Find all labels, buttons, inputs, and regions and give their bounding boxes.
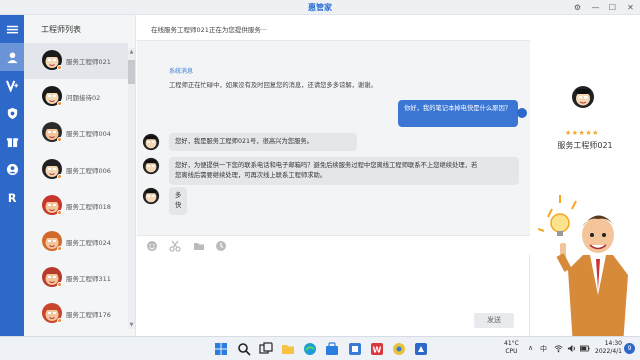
battery-icon[interactable] <box>580 344 590 353</box>
send-button[interactable]: 发送 <box>474 313 514 328</box>
engineer-list-item[interactable]: 服务工程师004 <box>24 115 128 151</box>
svg-text:R: R <box>7 192 16 204</box>
engineer-name: 服务工程师018 <box>66 202 111 211</box>
engineer-list-item[interactable]: 服务工程师311 <box>24 260 128 296</box>
minus-icon[interactable]: — <box>590 2 601 13</box>
scissors-icon[interactable] <box>169 240 181 252</box>
os-taskbar: W 41°C CPU ∧ 中 14:30 2022/4/1 9 <box>0 336 640 360</box>
notification-badge[interactable]: 9 <box>624 343 635 354</box>
person-badge-icon[interactable] <box>0 155 24 183</box>
engineer-name: 问题接待02 <box>66 94 101 103</box>
store-icon[interactable] <box>325 342 339 356</box>
tray-arrow-icon[interactable]: ∧ <box>528 344 533 352</box>
shield-icon[interactable] <box>0 99 24 127</box>
volume-icon[interactable] <box>567 344 576 353</box>
engineer-list-item[interactable]: 服务工程师021 <box>24 43 128 79</box>
rating-stars: ★★★★★ <box>565 129 599 137</box>
agent-message-bubble: 您好，为便提供一下您的联系电话和电子邮箱吗？避免后续服务过程中您离线工程师联系不… <box>169 157 519 185</box>
agent-message-line: 您离线后需要继续处理，可再次线上联系工程师求助。 <box>175 172 327 179</box>
engineer-name: 服务工程师004 <box>66 130 111 139</box>
engineer-name: 服务工程师024 <box>66 239 111 247</box>
agent-message-bubble: 您好，我是服务工程师021号，很高兴为您服务。 <box>169 133 357 151</box>
app-icon[interactable] <box>348 342 362 356</box>
engineer-name: 服务工程师311 <box>66 275 111 284</box>
engineer-list-item[interactable]: 服务工程师018 <box>24 188 128 224</box>
engineer-list-title: 工程师列表 <box>41 25 81 34</box>
vplus-icon[interactable] <box>0 71 24 99</box>
agent-message-bubble: 多快 <box>169 187 188 215</box>
engineer-avatar <box>142 133 160 151</box>
task-view-icon[interactable] <box>259 342 273 356</box>
profile-avatar <box>572 86 594 108</box>
status-dot <box>57 209 62 215</box>
scroll-down-icon[interactable]: ▼ <box>128 321 135 329</box>
engineer-name: 服务工程师176 <box>66 311 111 320</box>
system-message-label: 系统消息 <box>169 68 194 75</box>
chat-toolbar <box>137 235 530 255</box>
user-icon[interactable] <box>0 43 24 71</box>
chrome-icon[interactable] <box>392 342 406 356</box>
wifi-icon[interactable] <box>554 344 563 353</box>
folder-icon[interactable] <box>193 240 205 252</box>
chat-header: 在线服务工程师021正在为您提供服务··· <box>137 15 530 41</box>
app-title: 惠管家 <box>308 3 332 12</box>
engineer-name: 服务工程师006 <box>66 166 111 175</box>
engineer-list-item[interactable]: 服务工程师176 <box>24 296 128 332</box>
gear-icon[interactable]: ⚙ <box>572 2 583 13</box>
nav-rail: R <box>0 15 24 336</box>
history-icon[interactable] <box>215 240 227 252</box>
weather-desc: CPU <box>505 348 518 355</box>
system-message: 系统消息 工程师正在忙碌中，如果没有及时回复您的消息，还请您多多谅解，谢谢。 <box>169 66 377 89</box>
gift-icon[interactable] <box>0 127 24 155</box>
square-icon[interactable]: ☐ <box>607 2 618 13</box>
list-scrollbar[interactable] <box>128 48 135 329</box>
menu-icon[interactable] <box>0 15 24 43</box>
chat-messages[interactable]: 系统消息 工程师正在忙碌中，如果没有及时回复您的消息，还请您多多谅解，谢谢。 你… <box>137 41 530 235</box>
start-icon[interactable] <box>214 342 228 356</box>
engineer-name: 服务工程师021 <box>66 58 111 66</box>
status-dot <box>57 246 62 251</box>
engineer-list-item[interactable]: 服务工程师006 <box>24 152 128 188</box>
user-avatar <box>517 108 527 118</box>
engineer-avatar <box>142 187 160 205</box>
message-input[interactable] <box>137 255 530 336</box>
weather-temp: 41°C <box>504 340 519 347</box>
clock-date: 2022/4/1 <box>595 348 622 355</box>
svg-text:W: W <box>373 346 382 355</box>
edge-icon[interactable] <box>303 342 317 356</box>
status-dot <box>57 173 62 179</box>
wps-icon[interactable]: W <box>370 342 384 356</box>
scroll-thumb[interactable] <box>128 60 135 84</box>
scroll-up-icon[interactable]: ▲ <box>128 48 135 56</box>
chat-status-text: 在线服务工程师021正在为您提供服务··· <box>151 26 268 34</box>
profile-name: 服务工程师021 <box>557 141 613 150</box>
emoji-icon[interactable] <box>146 240 158 252</box>
clock-time: 14:30 <box>604 340 622 347</box>
title-bar: 惠管家 ⚙ — ☐ ✕ <box>0 0 640 15</box>
ime-indicator[interactable]: 中 <box>540 344 547 354</box>
system-clock[interactable]: 14:30 2022/4/1 <box>594 340 622 356</box>
user-message-bubble: 你好，我的笔记本掉电快是什么原因？ <box>398 100 518 127</box>
status-dot <box>57 65 62 70</box>
close-icon[interactable]: ✕ <box>625 2 636 13</box>
engineer-avatar <box>142 157 160 175</box>
engineer-profile: ★★★★★ 服务工程师021 <box>530 15 640 345</box>
system-message-text: 工程师正在忙碌中，如果没有及时回复您的消息，还请您多多谅解，谢谢。 <box>169 82 377 89</box>
engineer-list-item[interactable]: 问题接待02 <box>24 79 128 115</box>
r-logo-icon[interactable]: R <box>0 183 24 211</box>
file-explorer-icon[interactable] <box>281 342 295 356</box>
huiguanjia-taskbar-icon[interactable] <box>414 342 428 356</box>
agent-message-line: 您好，为便提供一下您的联系电话和电子邮箱吗？避免后续服务过程中您离线工程师联系不… <box>175 162 478 169</box>
businessman-illustration <box>538 195 628 345</box>
weather-widget[interactable]: 41°C CPU <box>504 340 519 356</box>
search-icon[interactable] <box>237 342 251 356</box>
engineer-list-item[interactable]: 服务工程师024 <box>24 224 128 260</box>
